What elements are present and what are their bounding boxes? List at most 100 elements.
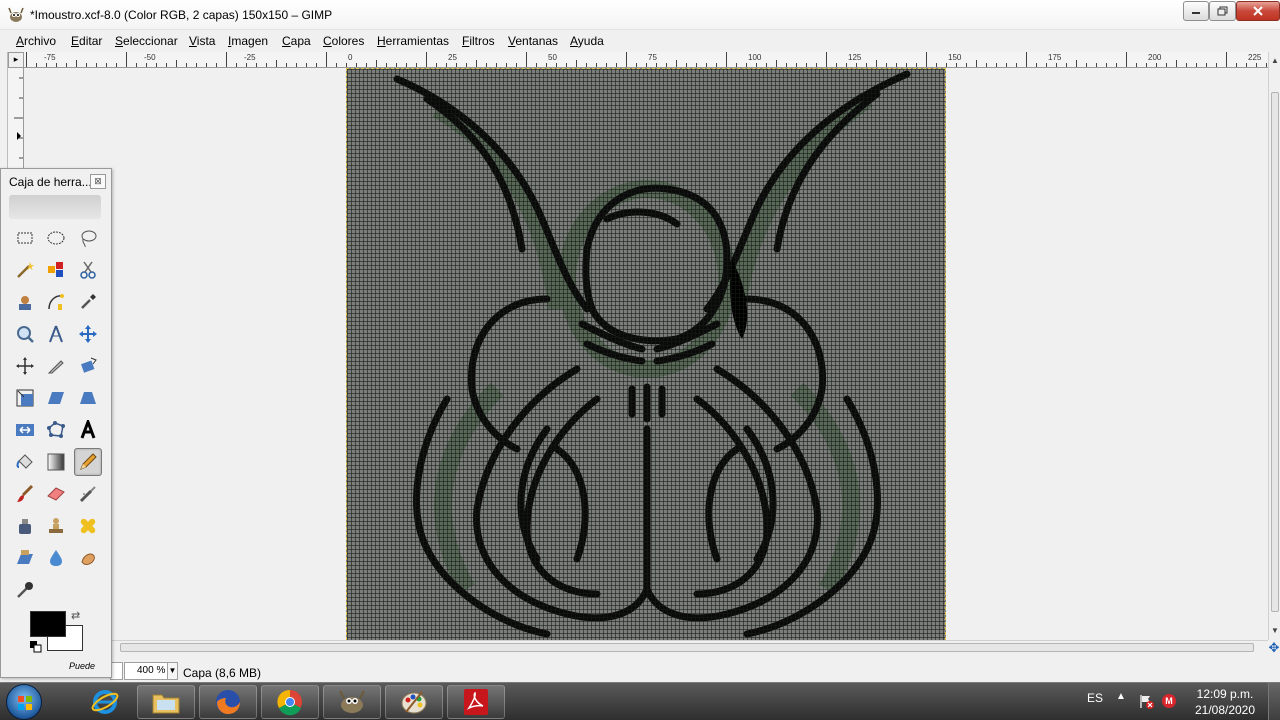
menu-ayuda[interactable]: Ayuda [570, 34, 604, 48]
menu-vista[interactable]: Vista [189, 34, 215, 48]
taskbar-internet-explorer[interactable] [76, 685, 134, 719]
taskbar-file-explorer[interactable] [137, 685, 195, 719]
chevron-down-icon[interactable]: ▼ [167, 663, 177, 679]
ruler-label: 50 [548, 53, 557, 62]
vertical-scrollbar[interactable]: ▲ ▼ [1268, 52, 1280, 640]
zoom-tool[interactable] [11, 320, 39, 348]
taskbar-paint[interactable] [385, 685, 443, 719]
ruler-tick [846, 63, 847, 67]
free-select-tool[interactable] [74, 224, 102, 252]
rect-select-tool[interactable] [11, 224, 39, 252]
align-tool[interactable] [11, 352, 39, 380]
ruler-tick [806, 63, 807, 67]
action-center-flag-icon[interactable] [1138, 693, 1154, 709]
vertical-scroll-thumb[interactable] [1271, 92, 1279, 612]
clock-time[interactable]: 12:09 p.m. [1196, 687, 1254, 701]
menu-filtros[interactable]: Filtros [462, 34, 495, 48]
blend-tool[interactable] [42, 448, 70, 476]
scroll-up-icon[interactable]: ▲ [1270, 56, 1280, 68]
ruler-tick [156, 63, 157, 67]
taskbar-gimp[interactable] [323, 685, 381, 719]
ruler-tick [816, 63, 817, 67]
move-tool[interactable] [74, 320, 102, 348]
firefox-icon [216, 690, 240, 714]
pencil-tool[interactable] [74, 448, 102, 476]
swap-colors-icon[interactable]: ⇄ [71, 609, 80, 622]
horizontal-scrollbar[interactable] [112, 640, 1268, 654]
scale-tool[interactable] [11, 384, 39, 412]
horizontal-ruler[interactable]: -75 -50 -25 0 25 50 75 100 125 150 175 2… [24, 52, 1268, 68]
select-by-color-tool[interactable] [42, 256, 70, 284]
text-tool[interactable] [74, 416, 102, 444]
shear-tool[interactable] [42, 384, 70, 412]
knife-icon [47, 360, 64, 374]
measure-tool[interactable] [42, 320, 70, 348]
ruler-tick [216, 63, 217, 67]
restore-button[interactable] [1209, 1, 1236, 21]
cage-transform-tool[interactable] [42, 416, 70, 444]
antivirus-tray-icon[interactable]: M [1162, 694, 1176, 708]
menu-seleccionar[interactable]: Seleccionar [115, 34, 178, 48]
language-indicator[interactable]: ES [1087, 691, 1103, 705]
menu-ventanas[interactable]: Ventanas [508, 34, 558, 48]
ruler-label: -50 [144, 53, 156, 62]
quick-mask-toggle[interactable]: ▸ [8, 52, 24, 68]
ruler-tick [1226, 52, 1227, 67]
ruler-label: 150 [948, 53, 962, 62]
scissors-select-tool[interactable] [74, 256, 102, 284]
minimize-button[interactable] [1183, 1, 1209, 21]
taskbar-acrobat-reader[interactable] [447, 685, 505, 719]
ink-tool[interactable] [11, 512, 39, 540]
wilber-drop-area[interactable] [9, 195, 101, 219]
show-hidden-icons-icon[interactable]: ▲ [1116, 691, 1126, 702]
scroll-down-icon[interactable]: ▼ [1270, 626, 1280, 638]
close-button[interactable] [1236, 1, 1280, 21]
menu-archivo[interactable]: Archivo [16, 34, 56, 48]
reset-colors-icon[interactable] [30, 641, 42, 653]
clock-date[interactable]: 21/08/2020 [1190, 703, 1260, 717]
fuzzy-select-tool[interactable] [11, 256, 39, 284]
ruler-tick [66, 63, 67, 67]
ruler-tick [836, 63, 837, 67]
perspective-tool[interactable] [74, 384, 102, 412]
heal-tool[interactable] [74, 512, 102, 540]
color-picker-tool[interactable] [74, 288, 102, 316]
menu-herramientas[interactable]: Herramientas [377, 34, 449, 48]
taskbar-chrome[interactable] [261, 685, 319, 719]
airbrush-tool[interactable] [74, 480, 102, 508]
image-canvas[interactable] [346, 68, 946, 640]
paths-tool[interactable] [42, 288, 70, 316]
menu-capa[interactable]: Capa [282, 34, 311, 48]
blur-tool[interactable] [42, 544, 70, 572]
ruler-tick [1156, 63, 1157, 67]
flip-tool[interactable] [11, 416, 39, 444]
ellipse-select-tool[interactable] [42, 224, 70, 252]
paintbrush-tool[interactable] [11, 480, 39, 508]
eraser-tool[interactable] [42, 480, 70, 508]
menu-imagen[interactable]: Imagen [228, 34, 268, 48]
smudge-tool[interactable] [74, 544, 102, 572]
dodge-burn-tool[interactable] [11, 576, 39, 604]
show-desktop-button[interactable] [1268, 683, 1280, 720]
lasso-icon [81, 230, 97, 248]
ruler-label: 100 [748, 53, 762, 62]
rotate-tool[interactable] [74, 352, 102, 380]
toolbox-close-icon[interactable]: ⊠ [90, 174, 106, 189]
ruler-tick [1036, 63, 1037, 67]
horizontal-scroll-thumb[interactable] [120, 643, 1254, 652]
clone-tool[interactable] [42, 512, 70, 540]
bucket-fill-tool[interactable] [11, 448, 39, 476]
foreground-color-swatch[interactable] [30, 611, 66, 637]
compass-icon [49, 325, 63, 343]
layer-info: Capa (8,6 MB) [183, 666, 262, 680]
foreground-select-tool[interactable] [11, 288, 39, 316]
taskbar-firefox[interactable] [199, 685, 257, 719]
menu-editar[interactable]: Editar [71, 34, 102, 48]
crop-tool[interactable] [42, 352, 70, 380]
start-button[interactable] [6, 684, 42, 720]
zoom-selector[interactable]: 400 % ▼ [124, 662, 178, 680]
menu-colores[interactable]: Colores [323, 34, 364, 48]
navigate-icon[interactable]: ✥ [1268, 640, 1280, 656]
gimp-app-icon[interactable] [8, 7, 24, 23]
perspective-clone-tool[interactable] [11, 544, 39, 572]
